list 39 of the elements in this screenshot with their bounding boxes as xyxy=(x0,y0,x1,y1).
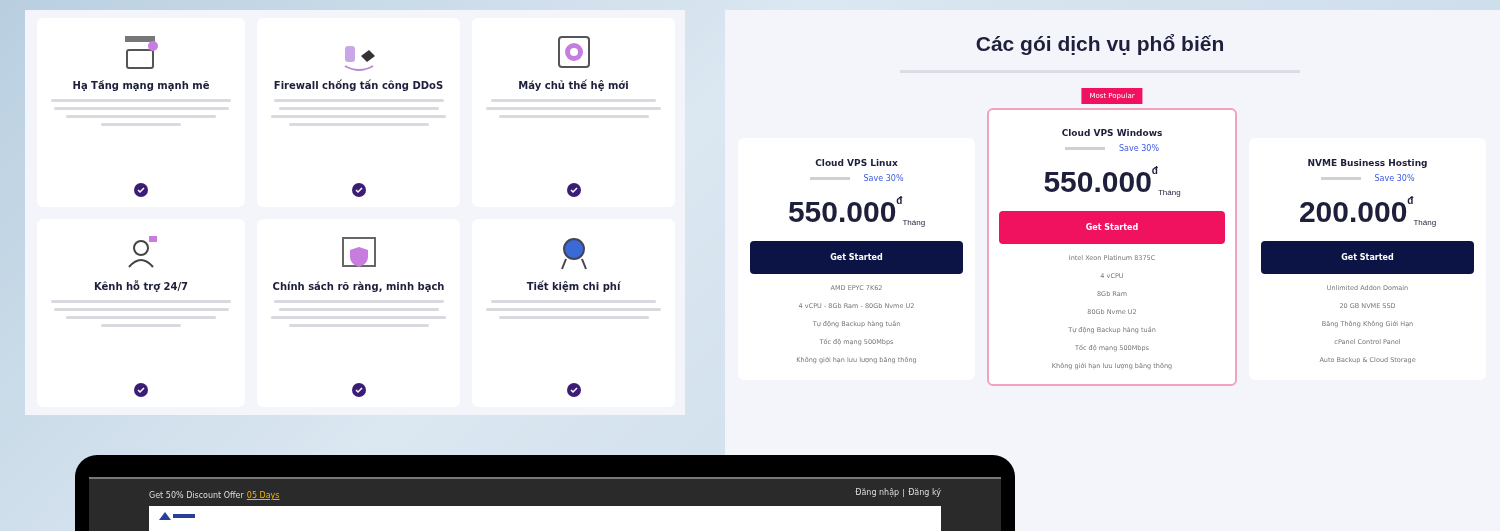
check-icon xyxy=(134,383,148,397)
plan-price: 550.000 xyxy=(1043,165,1152,199)
save-label: Save 30% xyxy=(863,174,904,183)
feature-title: Firewall chống tấn công DDoS xyxy=(273,80,444,91)
currency-symbol: đ xyxy=(1407,195,1414,206)
feature-title: Máy chủ thế hệ mới xyxy=(518,80,629,91)
check-icon xyxy=(351,182,366,197)
promo-link[interactable]: 05 Days xyxy=(246,491,280,500)
price-unit: Tháng xyxy=(1413,218,1437,227)
plan-name: Cloud VPS Linux xyxy=(815,158,898,168)
feature-title: Kênh hỗ trợ 24/7 xyxy=(93,280,189,292)
blurred-text-line xyxy=(1065,147,1105,150)
get-started-button[interactable]: Get Started xyxy=(999,211,1225,244)
promo-text: Get 50% Discount Offer xyxy=(149,491,244,500)
blurred-text-line xyxy=(809,177,850,180)
feature-title: Hạ Tầng mạng mạnh mẽ xyxy=(72,80,210,91)
feature-title: Tiết kiệm chi phí xyxy=(526,280,621,292)
plan-name: Cloud VPS Windows xyxy=(1061,128,1163,138)
check-icon xyxy=(134,182,148,197)
plan-price: 550.000 xyxy=(787,195,897,229)
plan-name: NVME Business Hosting xyxy=(1307,158,1428,168)
section-title: Các gói dịch vụ phổ biến xyxy=(975,32,1225,56)
check-icon xyxy=(566,182,581,197)
price-unit: Tháng xyxy=(902,218,926,227)
logo-icon xyxy=(157,510,197,522)
auth-link[interactable]: Đăng ký xyxy=(908,488,941,497)
blurred-text-line xyxy=(1320,177,1361,180)
get-started-button[interactable]: Get Started xyxy=(1261,241,1474,274)
price-unit: Tháng xyxy=(1157,188,1181,197)
check-icon xyxy=(566,383,581,397)
feature-title: Chính sách rõ ràng, minh bạch xyxy=(272,280,445,292)
currency-symbol: đ xyxy=(1151,165,1158,176)
save-label: Save 30% xyxy=(1374,174,1415,183)
auth-link[interactable]: Đăng nhập xyxy=(855,488,900,497)
save-label: Save 30% xyxy=(1119,144,1159,153)
currency-symbol: đ xyxy=(896,195,903,206)
check-icon xyxy=(351,383,366,397)
get-started-button[interactable]: Get Started xyxy=(750,241,963,274)
plan-price: 200.000 xyxy=(1298,195,1408,229)
